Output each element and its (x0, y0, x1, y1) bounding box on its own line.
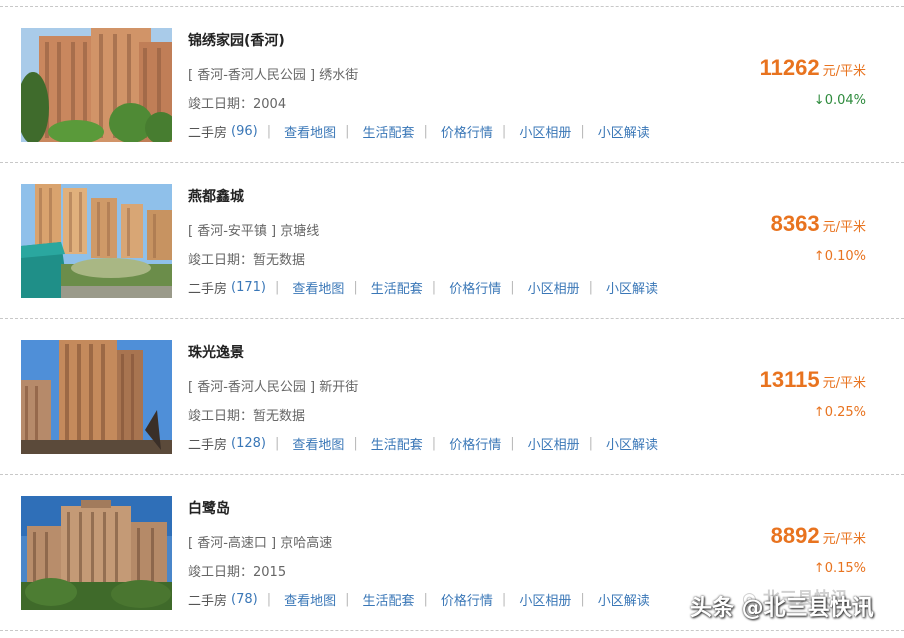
listing-item: 珠光逸景 [ 香河-香河人民公园 ] 新开街 竣工日期：暂无数据 二手房 (12… (0, 318, 904, 473)
ershou-count-link[interactable]: (96) (231, 124, 258, 139)
link-divider: | (431, 436, 437, 451)
amenities-link[interactable]: 生活配套 (363, 590, 415, 609)
album-link[interactable]: 小区相册 (519, 590, 571, 609)
ershou-count-link[interactable]: (171) (231, 280, 266, 295)
album-link[interactable]: 小区相册 (519, 122, 571, 141)
listing-links: 二手房 (96) | 查看地图 | 生活配套 | 价格行情 | 小区相册 | 小… (188, 122, 650, 141)
price-unit: 元/平米 (822, 376, 866, 391)
listing-photo[interactable] (21, 184, 172, 298)
price-trend-link[interactable]: 价格行情 (449, 434, 501, 453)
ershou-count-link[interactable]: (128) (231, 436, 266, 451)
listing-photo[interactable] (21, 340, 172, 454)
link-divider: | (580, 124, 585, 139)
amenities-link[interactable]: 生活配套 (371, 278, 423, 297)
listing-item: 锦绣家园(香河) [ 香河-香河人民公园 ] 绣水街 竣工日期：2004 二手房… (0, 6, 904, 161)
price-change: ↑0.25% (813, 405, 866, 420)
community-name[interactable]: 燕都鑫城 (188, 186, 244, 206)
link-divider: | (510, 436, 515, 451)
price-value: 8892 (770, 523, 820, 548)
link-divider: | (588, 436, 593, 451)
completion-date: 竣工日期：暂无数据 (188, 409, 306, 424)
link-divider: | (501, 592, 507, 607)
listing-item: 燕都鑫城 [ 香河-安平镇 ] 京塘线 竣工日期：暂无数据 二手房 (171) … (0, 162, 904, 317)
view-map-link[interactable]: 查看地图 (292, 434, 344, 453)
amenities-link[interactable]: 生活配套 (363, 122, 415, 141)
price-block: 11262 元/平米 (760, 55, 866, 81)
listing-links: 二手房 (78) | 查看地图 | 生活配套 | 价格行情 | 小区相册 | 小… (188, 590, 650, 609)
separator-bottom (0, 630, 904, 631)
price-value: 8363 (770, 211, 820, 236)
price-value: 13115 (759, 367, 820, 392)
link-divider: | (345, 124, 350, 139)
link-divider: | (266, 592, 272, 607)
ershou-label: 二手房 (188, 594, 228, 609)
review-link[interactable]: 小区解读 (606, 278, 658, 297)
completion-date: 竣工日期：2004 (188, 97, 287, 112)
community-location: [ 香河-高速口 ] 京哈高速 (188, 536, 333, 551)
link-divider: | (501, 124, 507, 139)
review-link[interactable]: 小区解读 (598, 122, 650, 141)
link-divider: | (510, 280, 515, 295)
link-divider: | (274, 280, 280, 295)
view-map-link[interactable]: 查看地图 (292, 278, 344, 297)
listing-photo[interactable] (21, 496, 172, 610)
link-divider: | (580, 592, 585, 607)
price-change: ↓0.04% (813, 93, 866, 108)
link-divider: | (353, 436, 358, 451)
ershou-label: 二手房 (188, 282, 228, 297)
completion-date: 竣工日期：暂无数据 (188, 253, 306, 268)
price-block: 13115 元/平米 (760, 367, 866, 393)
link-divider: | (353, 280, 358, 295)
community-name[interactable]: 锦绣家园(香河) (188, 30, 285, 50)
community-location: [ 香河-香河人民公园 ] 新开街 (188, 380, 359, 395)
ershou-label: 二手房 (188, 438, 228, 453)
price-block: 8363 元/平米 (771, 211, 866, 237)
link-divider: | (345, 592, 350, 607)
watermark: 头条 @北三县快讯 (690, 596, 874, 621)
community-location: [ 香河-香河人民公园 ] 绣水街 (188, 68, 359, 83)
listing-links: 二手房 (128) | 查看地图 | 生活配套 | 价格行情 | 小区相册 | … (188, 434, 658, 453)
album-link[interactable]: 小区相册 (528, 278, 580, 297)
view-map-link[interactable]: 查看地图 (284, 590, 336, 609)
link-divider: | (423, 124, 428, 139)
price-trend-link[interactable]: 价格行情 (441, 122, 493, 141)
link-divider: | (431, 280, 437, 295)
link-divider: | (266, 124, 272, 139)
amenities-link[interactable]: 生活配套 (371, 434, 423, 453)
price-trend-link[interactable]: 价格行情 (441, 590, 493, 609)
community-location: [ 香河-安平镇 ] 京塘线 (188, 224, 320, 239)
community-name[interactable]: 珠光逸景 (188, 342, 244, 362)
price-unit: 元/平米 (822, 220, 866, 235)
link-divider: | (423, 592, 428, 607)
price-change: ↑0.15% (813, 561, 866, 576)
listing-links: 二手房 (171) | 查看地图 | 生活配套 | 价格行情 | 小区相册 | … (188, 278, 658, 297)
price-value: 11262 (759, 55, 820, 80)
review-link[interactable]: 小区解读 (606, 434, 658, 453)
listing-photo[interactable] (21, 28, 172, 142)
completion-date: 竣工日期：2015 (188, 565, 287, 580)
view-map-link[interactable]: 查看地图 (284, 122, 336, 141)
review-link[interactable]: 小区解读 (598, 590, 650, 609)
price-change: ↑0.10% (813, 249, 866, 264)
album-link[interactable]: 小区相册 (528, 434, 580, 453)
price-unit: 元/平米 (822, 64, 866, 79)
ershou-label: 二手房 (188, 126, 228, 141)
price-trend-link[interactable]: 价格行情 (449, 278, 501, 297)
price-unit: 元/平米 (822, 532, 866, 547)
price-block: 8892 元/平米 (771, 523, 866, 549)
ershou-count-link[interactable]: (78) (231, 592, 258, 607)
community-name[interactable]: 白鹭岛 (188, 498, 230, 518)
link-divider: | (274, 436, 280, 451)
link-divider: | (588, 280, 593, 295)
